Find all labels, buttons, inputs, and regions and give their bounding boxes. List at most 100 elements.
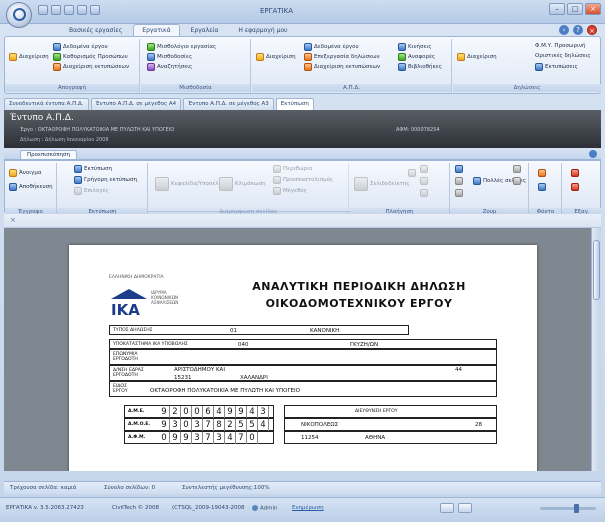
ribbon-help-area: ‹ ? × [559,25,597,35]
street-no: 44 [455,367,462,373]
logo-text: ΙΚΑ [111,301,140,317]
decl-manage-button[interactable]: Διαχείριση [457,53,497,61]
next-page-button[interactable] [420,177,428,185]
libraries-button[interactable]: Βιβλιοθήκες [398,63,442,71]
group-page-setup: Κεφαλίδα/Υποσέλιδο Κλιμάκωση Περιθώρια Π… [149,163,349,217]
info-icon[interactable] [589,150,597,158]
forward-icon[interactable] [51,5,61,15]
tab-apd-a3[interactable]: Έντυπο Α.Π.Δ. σε μέγεθος Α3 [183,98,274,110]
vertical-scrollbar[interactable] [591,228,601,471]
project-label: ΕΙΔΟΣ ΕΡΓΟΥ [113,384,128,394]
magnifier-button[interactable] [455,189,463,197]
refresh-icon[interactable] [64,5,74,15]
define-persons-button[interactable]: Καθορισμός Προσώπων [53,53,128,61]
branch-code: 040 [238,342,249,348]
afm-line: ΑΦΜ: 000078254 [396,127,440,133]
reports-button[interactable]: Αναφορές [398,53,435,61]
nav-back-icon[interactable]: ‹ [559,25,569,35]
orientation-button[interactable]: Προσανατολισμός [273,176,333,184]
apd-manage-prints-button[interactable]: Διαχείριση εκτυπώσεων [304,63,380,71]
period-line: Δήλωση : Δήλωση Ιανουαρίου 2008 [20,137,109,143]
view-layout-button[interactable] [458,503,472,513]
watermark-button[interactable] [538,183,546,191]
hand-tool-button[interactable] [455,177,463,185]
save-icon [9,183,17,191]
edit-icon [304,53,312,61]
tab-print[interactable]: Εκτύπωση [275,98,314,110]
back-icon[interactable] [38,5,48,15]
afm-row: Α.Φ.Μ. 099373470 [124,431,274,444]
tab-basic-tasks[interactable]: Βασικές εργασίες [60,24,131,36]
close-document-icon[interactable]: × [587,25,597,35]
manage-prints-button[interactable]: Διαχείριση εκτυπώσεων [53,63,129,71]
maximize-button[interactable]: □ [567,3,583,15]
update-link[interactable]: Ενημέρωση [292,505,324,511]
email-button[interactable] [571,183,579,191]
tab-apd-accompanying[interactable]: Συνοδευτικά έντυπα Α.Π.Δ. [4,98,89,110]
pointer-button[interactable] [455,165,463,173]
payrolls-button[interactable]: Μισθοδοσίες [147,53,192,61]
final-declarations-button[interactable]: Οριστικές δηλώσεις [535,53,591,59]
print-icon[interactable] [90,5,100,15]
tab-tools[interactable]: Εργαλεία [182,24,228,36]
first-page-button[interactable] [408,169,416,177]
type-desc: ΚΑΝΟΝΙΚΗ [310,328,340,334]
scale-button[interactable]: Κλιμάκωση [219,177,266,191]
help-icon[interactable]: ? [573,25,583,35]
close-preview-icon[interactable]: × [10,216,16,224]
decl-prints-button[interactable]: Εκτυπώσεις [535,63,578,71]
export-button[interactable] [571,169,579,177]
previous-page-button[interactable] [420,165,428,173]
header-footer-button[interactable]: Κεφαλίδα/Υποσέλιδο [155,177,227,191]
ame-digits: 9200649943 [159,406,269,418]
tab-my-app[interactable]: Η εφαρμογή μου [229,24,296,36]
ribbon: Διαχείριση Δεδομένα έργου Καθορισμός Προ… [4,36,601,94]
document-viewport[interactable]: ΕΛΛΗΝΙΚΗ ΔΗΜΟΚΡΑΤΙΑ ΙΚΑ ΙΔΡΥΜΑ ΚΟΙΝΩΝΙΚΩ… [4,228,591,471]
project-data-button[interactable]: Δεδομένα έργου [53,43,108,51]
wage-table-button[interactable]: Μισθολόγιο εργασίας [147,43,216,51]
print-manage-icon [304,63,312,71]
size-button[interactable]: Μέγεθος [273,187,307,195]
background-color-button[interactable] [538,169,546,177]
open-button[interactable]: Άνοιγμα [9,169,42,177]
zoom-in-button[interactable] [513,165,521,173]
multiple-pages-icon [473,177,481,185]
application-menu-button[interactable] [6,2,32,28]
form-header-banner: Έντυπο Α.Π.Δ. Έργο : ΟΚΤΑΟΡΟΦΗ ΠΟΛΥΚΑΤΟΙ… [4,110,601,148]
quick-print-button[interactable]: Γρήγορη εκτύπωση [74,176,137,184]
paint-icon [538,169,546,177]
tab-labor[interactable]: Εργατικά [133,24,180,36]
save-icon[interactable] [77,5,87,15]
print-button[interactable]: Εκτύπωση [74,165,112,173]
tab-apd-a4[interactable]: Έντυπο Α.Π.Δ. σε μέγεθος Α4 [90,98,182,110]
scrollbar-thumb[interactable] [593,240,600,300]
movements-button[interactable]: Κινήσεις [398,43,432,51]
preview-ribbon: Άνοιγμα Αποθήκευση Έγγραφο Εκτύπωση Γρήγ… [4,160,601,217]
group-zoom: Πολλές σελίδες Ζουμ [451,163,529,217]
org-lines: ΙΔΡΥΜΑ ΚΟΙΝΩΝΙΚΩΝ ΑΣΦΑΛΙΣΕΩΝ [151,290,179,305]
bookmark-button[interactable]: Σελιδοδείκτης [354,177,410,191]
close-button[interactable]: × [585,3,601,15]
zoom-slider[interactable] [540,504,596,513]
minimize-button[interactable]: – [549,3,565,15]
save-document-button[interactable]: Αποθήκευση [9,183,53,191]
preview-toolbar-strip: × [4,214,601,228]
apd-manage-button[interactable]: Διαχείριση [256,53,296,61]
zoom-out-button[interactable] [513,177,521,185]
edit-declarations-button[interactable]: Επεξεργασία δηλώσεων [304,53,380,61]
fmy-temporary-button[interactable]: Φ.Μ.Υ. Προσωρινή [535,43,585,49]
searches-button[interactable]: Αναζητήσεις [147,63,192,71]
tab-preview[interactable]: Προεπισκόπηση [20,150,77,159]
amoe-row: Α.Μ.Ο.Ε. 9303782554 [124,418,274,431]
margins-button[interactable]: Περιθώρια [273,165,312,173]
view-normal-button[interactable] [440,503,454,513]
last-page-button[interactable] [420,189,428,197]
org-name: ΕΛΛΗΝΙΚΗ ΔΗΜΟΚΡΑΤΙΑ [109,275,164,280]
manage-button[interactable]: Διαχείριση [9,53,49,61]
app-version: ΕΡΓΑΤΙΚΑ v. 3.5.2063.27423 [6,505,84,511]
pointer-icon [455,165,463,173]
zoom-slider-thumb[interactable] [574,504,579,513]
current-page-status: Τρέχουσα σελίδα: καμιά [10,485,77,491]
apd-project-data-button[interactable]: Δεδομένα έργου [304,43,359,51]
print-options-button[interactable]: Επιλογές [74,187,109,195]
